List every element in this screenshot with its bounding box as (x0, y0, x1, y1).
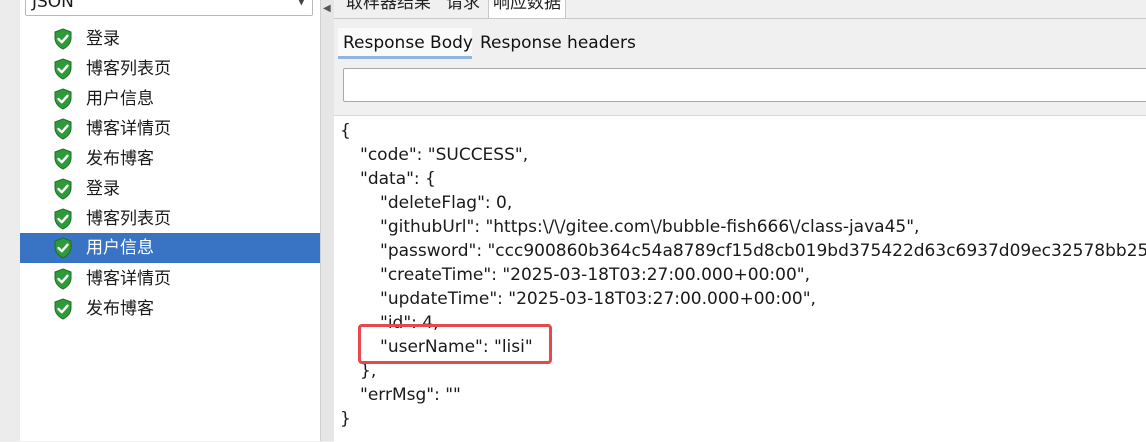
tree-item-label: 发布博客 (86, 299, 154, 319)
tab-strip-border (334, 18, 1146, 19)
tree-item[interactable]: 发布博客 (20, 294, 320, 324)
json-line: "errMsg": "" (360, 385, 461, 405)
json-line: "githubUrl": "https:\/\/gitee.com\/bubbl… (380, 217, 920, 237)
green-shield-check-icon (54, 268, 72, 290)
tree-item-label: 发布博客 (86, 149, 154, 169)
tree-item-label: 登录 (86, 179, 120, 199)
tab-response-data[interactable]: 响应数据 (488, 0, 566, 19)
green-shield-check-icon (54, 208, 72, 230)
active-tab-indicator (338, 56, 472, 59)
green-shield-check-icon (54, 58, 72, 80)
green-shield-check-icon (54, 28, 72, 50)
tree-item[interactable]: 用户信息 (20, 84, 320, 114)
format-selector-value: JSON (32, 0, 74, 12)
chevron-down-icon: ▼ (296, 0, 306, 7)
tree-item[interactable]: 博客列表页 (20, 54, 320, 84)
search-input[interactable] (343, 68, 1146, 102)
green-shield-check-icon (54, 298, 72, 320)
json-line: "updateTime": "2025-03-18T03:27:00.000+0… (380, 289, 816, 309)
green-shield-check-icon (54, 237, 72, 259)
tree-item-label: 用户信息 (86, 238, 154, 258)
tab-sampler-result[interactable]: 取样器结果 (342, 0, 435, 18)
triangle-left-icon[interactable]: ◀ (323, 3, 331, 14)
left-edge (0, 0, 20, 441)
tree-item-label: 博客详情页 (86, 269, 171, 289)
green-shield-check-icon (54, 118, 72, 140)
tab-response-headers[interactable]: Response headers (480, 28, 636, 58)
tree-item[interactable]: 登录 (20, 174, 320, 204)
tab-request[interactable]: 请求 (442, 0, 484, 18)
panel-splitter[interactable]: ◀ (320, 0, 334, 441)
tree-item[interactable]: 博客详情页 (20, 264, 320, 294)
json-line: "deleteFlag": 0, (380, 193, 513, 213)
results-tree-panel: JSON ▼ 登录 博客列表页 用户信息 博客详情页 发布博客 登录 博客列表页… (20, 0, 320, 441)
json-line: "code": "SUCCESS", (360, 145, 529, 165)
format-selector[interactable]: JSON ▼ (25, 0, 313, 16)
tree-item-label: 博客列表页 (86, 59, 171, 79)
tree-item[interactable]: 发布博客 (20, 144, 320, 174)
green-shield-check-icon (54, 178, 72, 200)
tree-item-label: 博客列表页 (86, 209, 171, 229)
json-line: "data": { (360, 169, 436, 189)
response-body-view[interactable]: { "code": "SUCCESS", "data": { "deleteFl… (334, 115, 1146, 442)
response-panel: 取样器结果 请求 响应数据 Response Body Response hea… (334, 0, 1146, 442)
tree-item-label: 登录 (86, 29, 120, 49)
json-line: { (340, 121, 351, 141)
tree-item-label: 博客详情页 (86, 119, 171, 139)
json-line: "password": "ccc900860b364c54a8789cf15d8… (380, 241, 1146, 261)
green-shield-check-icon (54, 148, 72, 170)
json-line: } (340, 409, 351, 429)
green-shield-check-icon (54, 88, 72, 110)
tree-item-label: 用户信息 (86, 89, 154, 109)
highlight-annotation (358, 324, 552, 364)
tab-response-body[interactable]: Response Body (338, 28, 473, 58)
tree-item-selected[interactable]: 用户信息 (20, 233, 320, 263)
json-line: "createTime": "2025-03-18T03:27:00.000+0… (380, 265, 810, 285)
tree-item[interactable]: 博客列表页 (20, 204, 320, 234)
tree-item[interactable]: 博客详情页 (20, 114, 320, 144)
tree-item[interactable]: 登录 (20, 24, 320, 54)
